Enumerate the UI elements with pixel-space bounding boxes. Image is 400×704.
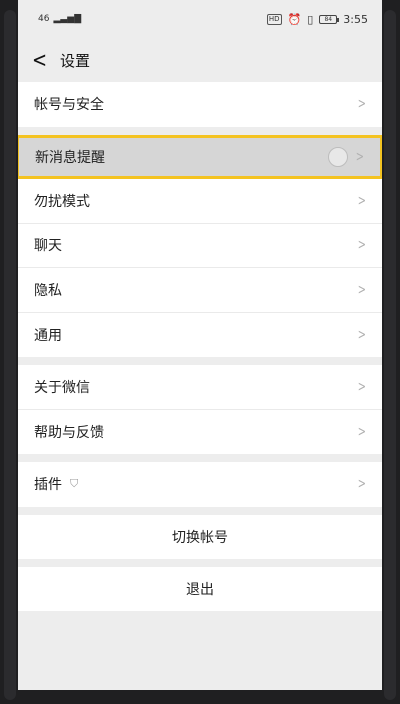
clock: 3:55 (343, 12, 368, 26)
setting-label: 勿扰模式 (34, 193, 90, 210)
status-right: HD ⏰ ▯ 84 3:55 (266, 12, 368, 26)
setting-label: 帐号与安全 (34, 97, 104, 114)
settings-group-account: 帐号与安全 > (18, 82, 382, 127)
setting-about-wechat[interactable]: 关于微信 > (18, 365, 382, 410)
phone-frame: 46 ▂▃▅▇ HD ⏰ ▯ 84 3:55 < 设置 帐号与安全 > 新消息提… (0, 0, 400, 704)
setting-label: 关于微信 (34, 379, 90, 396)
battery-icon: 84 (319, 14, 340, 24)
vibrate-icon: ▯ (307, 12, 314, 26)
setting-do-not-disturb[interactable]: 勿扰模式 > (18, 179, 382, 224)
network-type: 46 (38, 14, 50, 24)
setting-privacy[interactable]: 隐私 > (18, 268, 382, 313)
chevron-right-icon: > (358, 476, 367, 493)
setting-label-wrap: 插件 ⛉ (34, 474, 78, 494)
chevron-right-icon: > (356, 148, 365, 165)
setting-label: 通用 (34, 327, 62, 344)
chevron-right-icon: > (358, 96, 367, 113)
signal-indicator: 46 ▂▃▅▇ (38, 14, 81, 24)
chevron-right-icon: > (358, 237, 367, 254)
row-right: > (328, 146, 366, 167)
phone-bezel-right (384, 10, 396, 700)
setting-new-message-notify[interactable]: 新消息提醒 > (18, 134, 382, 179)
chevron-right-icon: > (358, 192, 367, 209)
logout-button[interactable]: 退出 (18, 566, 382, 611)
chevron-right-icon: > (358, 423, 367, 440)
signal-bars-icon: ▂▃▅▇ (53, 14, 82, 24)
setting-chat[interactable]: 聊天 > (18, 224, 382, 268)
logout-group: 退出 (18, 566, 382, 611)
setting-label: 新消息提醒 (35, 149, 105, 166)
chevron-right-icon: > (358, 326, 367, 343)
setting-label: 帮助与反馈 (34, 424, 104, 441)
hd-badge: HD (266, 13, 282, 25)
alarm-icon: ⏰ (287, 12, 302, 26)
switch-account-group: 切换帐号 (18, 514, 382, 559)
nav-bar: < 设置 (18, 38, 382, 82)
settings-group-main: 新消息提醒 > 勿扰模式 > 聊天 > 隐私 > 通用 > (18, 134, 382, 358)
back-icon[interactable]: < (32, 47, 47, 72)
shield-icon: ⛉ (70, 477, 79, 491)
setting-help-feedback[interactable]: 帮助与反馈 > (18, 410, 382, 455)
tap-indicator-icon (328, 146, 349, 167)
switch-account-button[interactable]: 切换帐号 (18, 514, 382, 559)
chevron-right-icon: > (358, 378, 367, 395)
setting-label: 聊天 (34, 238, 62, 255)
page-title: 设置 (60, 51, 91, 70)
settings-group-plugins: 插件 ⛉ > (18, 462, 382, 507)
status-bar: 46 ▂▃▅▇ HD ⏰ ▯ 84 3:55 (18, 0, 382, 38)
chevron-right-icon: > (358, 281, 367, 298)
setting-label: 隐私 (34, 282, 62, 299)
setting-account-security[interactable]: 帐号与安全 > (18, 82, 382, 127)
setting-plugins[interactable]: 插件 ⛉ > (18, 462, 382, 507)
setting-label: 插件 (34, 477, 62, 494)
settings-group-about: 关于微信 > 帮助与反馈 > (18, 365, 382, 454)
screen: 46 ▂▃▅▇ HD ⏰ ▯ 84 3:55 < 设置 帐号与安全 > 新消息提… (18, 0, 382, 690)
phone-bezel-left (4, 10, 16, 700)
setting-general[interactable]: 通用 > (18, 313, 382, 358)
